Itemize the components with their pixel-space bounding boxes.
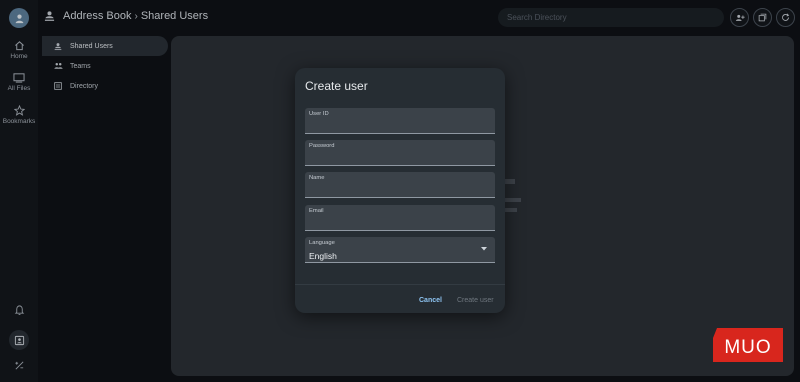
svg-text:MUO: MUO — [724, 337, 771, 358]
email-field[interactable]: Email — [305, 205, 495, 231]
create-user-dialog: Create user User ID Password Name Email … — [295, 68, 505, 313]
language-label: Language — [309, 240, 335, 246]
create-user-button[interactable]: Create user — [457, 297, 494, 304]
language-select[interactable]: Language English — [305, 237, 495, 263]
user-id-label: User ID — [309, 111, 329, 117]
dialog-title: Create user — [305, 79, 368, 93]
language-value: English — [309, 251, 337, 261]
email-label: Email — [309, 208, 324, 214]
dialog-divider — [295, 284, 505, 285]
cancel-button[interactable]: Cancel — [419, 297, 442, 304]
name-label: Name — [309, 175, 325, 181]
password-field[interactable]: Password — [305, 140, 495, 166]
user-id-field[interactable]: User ID — [305, 108, 495, 134]
password-label: Password — [309, 143, 335, 149]
name-field[interactable]: Name — [305, 172, 495, 198]
muo-watermark-logo: MUO — [713, 328, 783, 362]
dropdown-caret-icon — [481, 247, 487, 251]
